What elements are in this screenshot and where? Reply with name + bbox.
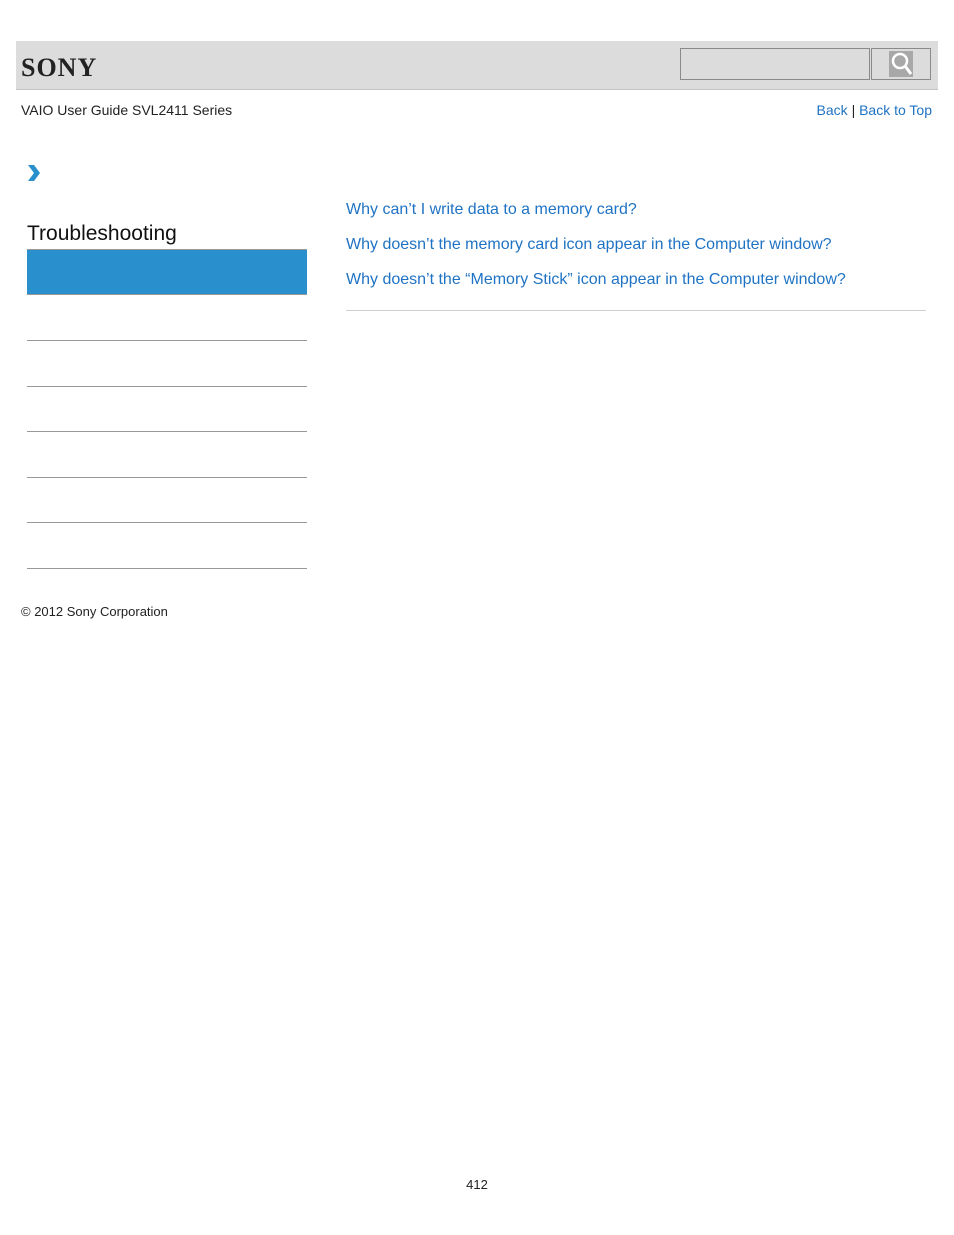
sidebar-item[interactable] <box>27 524 307 569</box>
topic-link-memory-stick-icon[interactable]: Why doesn’t the “Memory Stick” icon appe… <box>346 269 846 304</box>
sidebar-item-active[interactable] <box>27 249 307 295</box>
link-separator: | <box>851 102 856 118</box>
magnifier-icon <box>889 51 913 77</box>
back-link[interactable]: Back <box>817 102 848 118</box>
chevron-right-icon[interactable] <box>26 164 42 182</box>
section-title: Troubleshooting <box>27 222 177 245</box>
sidebar-item[interactable] <box>27 296 307 341</box>
content-divider <box>346 310 926 311</box>
search-input[interactable] <box>680 48 870 80</box>
sony-logo: SONY <box>21 53 98 82</box>
copyright: © 2012 Sony Corporation <box>21 604 168 619</box>
sidebar-item[interactable] <box>27 433 307 478</box>
top-nav-links: Back | Back to Top <box>817 102 932 118</box>
sidebar-item[interactable] <box>27 342 307 387</box>
topic-link-memory-card-icon[interactable]: Why doesn’t the memory card icon appear … <box>346 234 846 269</box>
page-number: 412 <box>466 1177 488 1192</box>
topic-links: Why can’t I write data to a memory card?… <box>346 199 846 304</box>
back-to-top-link[interactable]: Back to Top <box>859 102 932 118</box>
topic-link-write-data[interactable]: Why can’t I write data to a memory card? <box>346 199 846 234</box>
sidebar-item[interactable] <box>27 478 307 523</box>
sidebar-item[interactable] <box>27 387 307 432</box>
search-button[interactable] <box>871 48 931 80</box>
header-bar: SONY <box>16 41 938 90</box>
guide-title: VAIO User Guide SVL2411 Series <box>21 102 233 118</box>
